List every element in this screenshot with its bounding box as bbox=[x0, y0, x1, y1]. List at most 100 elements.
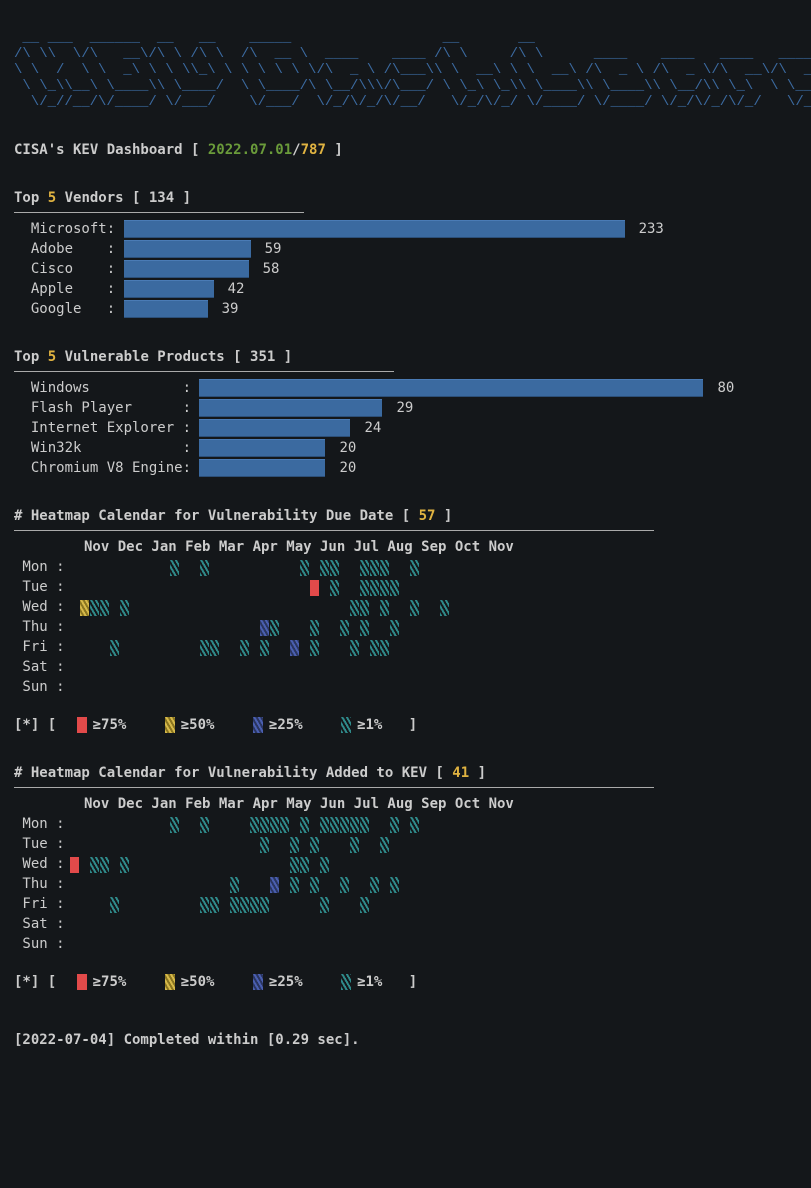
heatmap-cell bbox=[530, 580, 539, 596]
heatmap-cell bbox=[200, 917, 209, 933]
heatmap-cell bbox=[550, 837, 559, 853]
heatmap-cell bbox=[130, 580, 139, 596]
heatmap-cell bbox=[370, 877, 379, 893]
heatmap-cell bbox=[570, 877, 579, 893]
heatmap-cell bbox=[220, 600, 229, 616]
heatmap-cell bbox=[260, 640, 269, 656]
heatmap-added-title: # Heatmap Calendar for Vulnerability Add… bbox=[14, 763, 794, 783]
bar-value: 20 bbox=[339, 458, 356, 478]
heatmap-cell bbox=[160, 680, 169, 696]
heatmap-cell bbox=[260, 620, 269, 636]
heatmap-cell bbox=[400, 877, 409, 893]
heatmap-cell bbox=[210, 600, 219, 616]
heatmap-cell bbox=[450, 660, 459, 676]
heatmap-cell bbox=[550, 660, 559, 676]
heatmap-cell bbox=[310, 897, 319, 913]
heatmap-cell bbox=[440, 837, 449, 853]
heatmap-cell bbox=[490, 857, 499, 873]
heatmap-cell bbox=[520, 917, 529, 933]
heatmap-cell bbox=[220, 837, 229, 853]
heatmap-cell bbox=[160, 817, 169, 833]
heatmap-cell bbox=[400, 620, 409, 636]
heatmap-cell bbox=[530, 660, 539, 676]
heatmap-cell bbox=[570, 580, 579, 596]
heatmap-legend: [*] [ ≥75% ≥50% ≥25% ≥1% ] bbox=[14, 972, 794, 992]
bar-fill bbox=[124, 280, 214, 298]
bar-value: 42 bbox=[228, 279, 245, 299]
header-sep: / bbox=[292, 142, 300, 158]
heatmap-cell bbox=[150, 580, 159, 596]
heatmap-cell bbox=[530, 937, 539, 953]
heatmap-cell bbox=[190, 857, 199, 873]
heatmap-cell bbox=[230, 600, 239, 616]
heatmap-cell bbox=[100, 560, 109, 576]
heatmap-cell bbox=[410, 600, 419, 616]
heatmap-cell bbox=[330, 817, 339, 833]
heatmap-cell bbox=[150, 917, 159, 933]
heatmap-cell bbox=[70, 640, 79, 656]
heatmap-cell bbox=[390, 897, 399, 913]
heatmap-cell bbox=[170, 660, 179, 676]
heatmap-cell bbox=[230, 660, 239, 676]
heatmap-cell bbox=[490, 560, 499, 576]
heatmap-cell bbox=[360, 837, 369, 853]
heatmap-cell bbox=[490, 817, 499, 833]
heatmap-cell bbox=[240, 600, 249, 616]
heatmap-cell bbox=[370, 620, 379, 636]
bar-fill bbox=[199, 439, 325, 457]
heatmap-cell bbox=[170, 640, 179, 656]
heatmap-cell bbox=[420, 917, 429, 933]
heatmap-cell bbox=[350, 560, 359, 576]
heatmap-cell bbox=[130, 857, 139, 873]
heatmap-cell bbox=[580, 897, 589, 913]
heatmap-cell bbox=[90, 660, 99, 676]
heatmap-cell bbox=[300, 897, 309, 913]
legend-swatch-50 bbox=[165, 717, 175, 733]
heatmap-cell bbox=[490, 580, 499, 596]
heatmap-cell bbox=[270, 640, 279, 656]
heatmap-cell bbox=[190, 917, 199, 933]
heatmap-cell bbox=[240, 857, 249, 873]
heatmap-cell bbox=[360, 917, 369, 933]
heatmap-cell bbox=[470, 600, 479, 616]
heatmap-cell bbox=[560, 560, 569, 576]
bar-value: 59 bbox=[265, 239, 282, 259]
heatmap-cell bbox=[450, 620, 459, 636]
heatmap-cell bbox=[110, 877, 119, 893]
heatmap-due-grid: Mon : Tue : Wed : Thu : Fri : Sat : Sun … bbox=[14, 557, 794, 697]
heatmap-cell bbox=[390, 817, 399, 833]
heatmap-cell bbox=[550, 640, 559, 656]
heatmap-cell bbox=[120, 660, 129, 676]
heatmap-cell bbox=[290, 817, 299, 833]
heatmap-cell bbox=[170, 580, 179, 596]
heatmap-cell bbox=[550, 560, 559, 576]
heatmap-cell bbox=[80, 897, 89, 913]
heatmap-cell bbox=[530, 817, 539, 833]
bar-row: Cisco : 58 bbox=[14, 259, 794, 279]
heatmap-cell bbox=[110, 937, 119, 953]
heatmap-cell bbox=[540, 917, 549, 933]
heatmap-cell bbox=[400, 917, 409, 933]
heatmap-cell bbox=[160, 600, 169, 616]
heatmap-cell bbox=[420, 897, 429, 913]
heatmap-cell bbox=[410, 620, 419, 636]
heatmap-cell bbox=[180, 877, 189, 893]
divider bbox=[14, 371, 394, 372]
heatmap-cell bbox=[200, 937, 209, 953]
heatmap-cell bbox=[510, 917, 519, 933]
heatmap-cell bbox=[520, 837, 529, 853]
heatmap-cell bbox=[420, 877, 429, 893]
heatmap-cell bbox=[330, 660, 339, 676]
heatmap-cell bbox=[410, 680, 419, 696]
heatmap-cell bbox=[210, 897, 219, 913]
heatmap-cell bbox=[390, 877, 399, 893]
heatmap-cell bbox=[280, 817, 289, 833]
heatmap-cell bbox=[350, 620, 359, 636]
heatmap-cell bbox=[290, 937, 299, 953]
heatmap-cell bbox=[80, 837, 89, 853]
heatmap-cell bbox=[560, 917, 569, 933]
heatmap-cell bbox=[410, 580, 419, 596]
heatmap-cell bbox=[100, 937, 109, 953]
heatmap-cell bbox=[310, 857, 319, 873]
heatmap-cell bbox=[410, 640, 419, 656]
